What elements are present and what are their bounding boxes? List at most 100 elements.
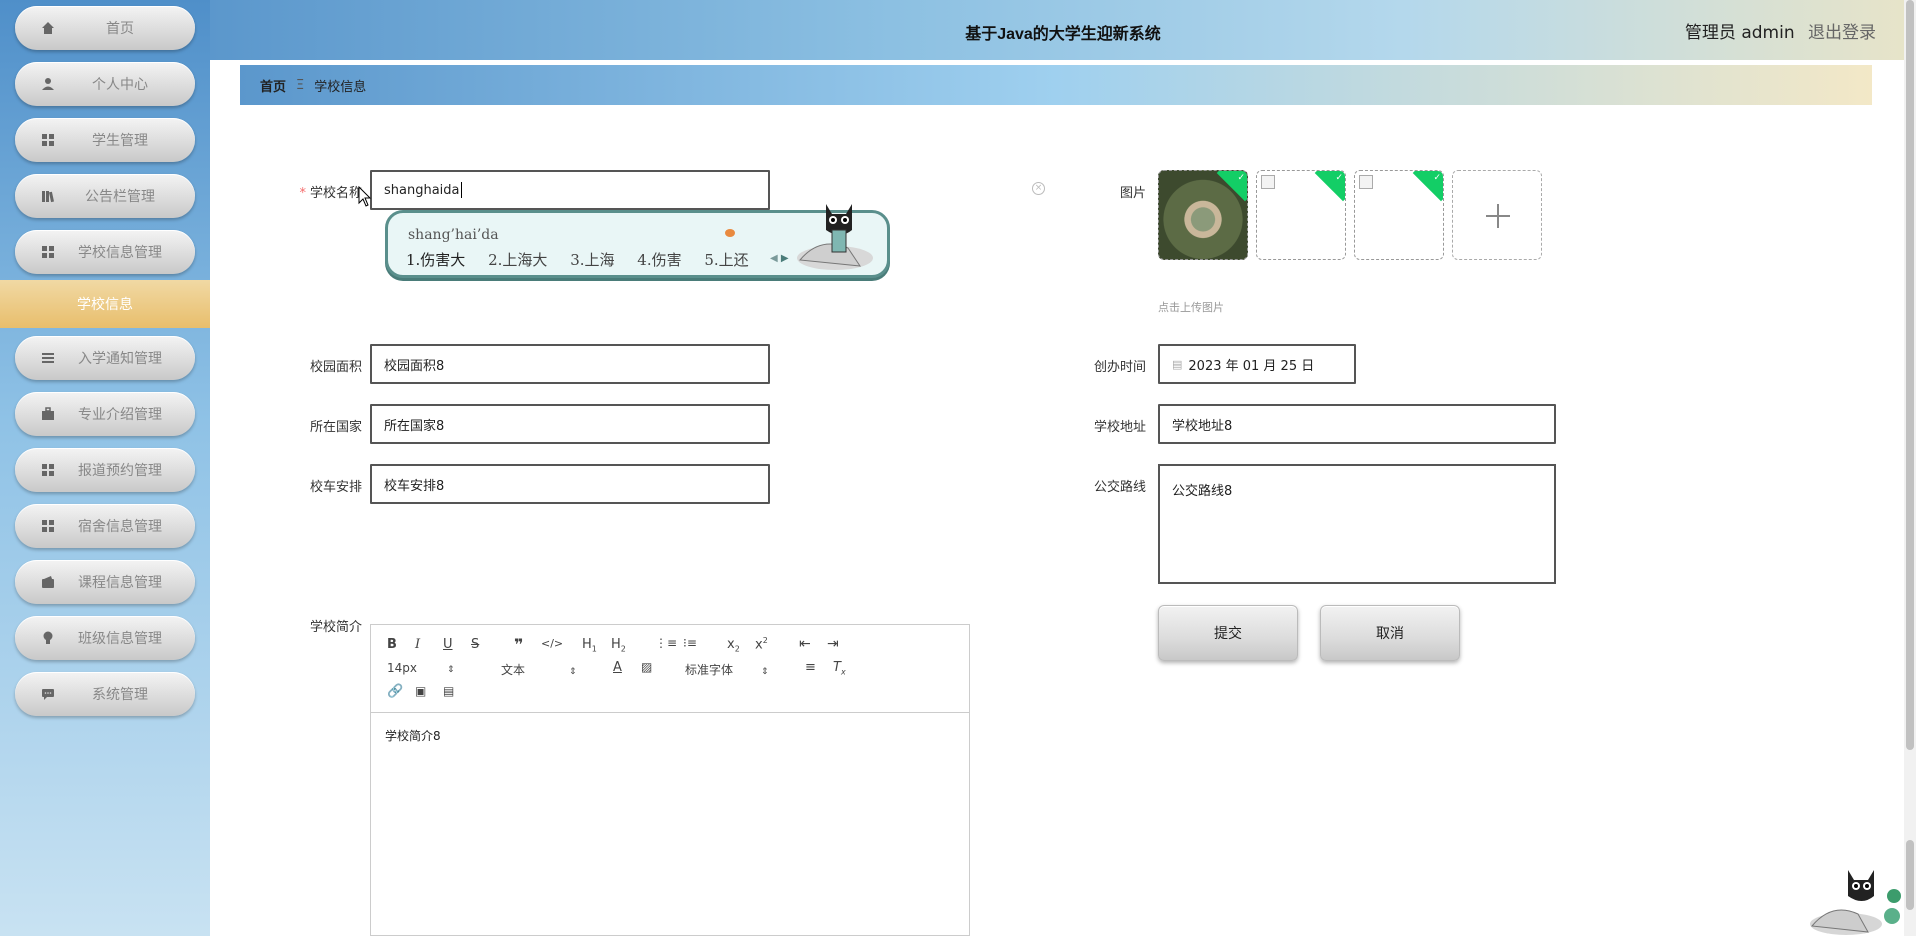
- clear-icon[interactable]: ×: [1032, 182, 1045, 195]
- image-icon[interactable]: ▣: [415, 684, 426, 698]
- h2-icon[interactable]: H2: [611, 637, 626, 654]
- ordered-list-icon[interactable]: ⋮≡: [655, 636, 677, 650]
- school-name-label: * 学校名称: [299, 186, 362, 201]
- rich-text-editor: B I U S ❞ </> H1 H2 ⋮≡ ⁝≡ x2 x2 ⇤ ⇥ 14px…: [370, 624, 970, 936]
- indent-icon[interactable]: ⇥: [827, 636, 839, 652]
- broken-image-icon: [1261, 175, 1275, 189]
- sidebar-subitem-label: 学校信息: [77, 297, 133, 313]
- ime-candidate[interactable]: 4.伤害: [637, 251, 681, 269]
- breadcrumb: 首页 Ξ 学校信息: [240, 65, 1872, 105]
- scrollbar-thumb[interactable]: [1906, 0, 1914, 750]
- underline-icon[interactable]: U: [443, 637, 453, 652]
- sidebar: 首页 个人中心 学生管理 公告栏管理 学校信息管理 学校信息 入学通知管理 专业…: [0, 0, 210, 936]
- corner-cat-mascot-icon: [1810, 870, 1901, 935]
- page-scrollbar[interactable]: [1904, 0, 1916, 936]
- sidebar-item-school-info-mgmt[interactable]: 学校信息管理: [15, 230, 195, 274]
- video-icon[interactable]: ▤: [443, 684, 454, 698]
- sidebar-item-admission-notice[interactable]: 入学通知管理: [15, 336, 195, 380]
- founded-label: 创办时间: [1093, 360, 1146, 375]
- upload-tip: 点击上传图片: [1158, 301, 1224, 314]
- editor-content[interactable]: 学校简介8: [385, 727, 441, 744]
- sidebar-item-home[interactable]: 首页: [15, 6, 195, 50]
- top-header: 基于Java的大学生迎新系统 管理员 admin 退出登录: [210, 0, 1916, 60]
- sidebar-item-students[interactable]: 学生管理: [15, 118, 195, 162]
- uploaded-image-broken[interactable]: ✓: [1256, 170, 1346, 260]
- submit-button[interactable]: 提交: [1158, 605, 1298, 661]
- user-area: 管理员 admin 退出登录: [1685, 18, 1876, 43]
- logout-link[interactable]: 退出登录: [1808, 23, 1876, 43]
- grid-icon: [42, 520, 54, 532]
- sidebar-item-classes[interactable]: 班级信息管理: [15, 616, 195, 660]
- address-label: 学校地址: [1093, 420, 1146, 435]
- italic-icon[interactable]: I: [415, 637, 420, 652]
- align-icon[interactable]: ≡: [805, 660, 816, 675]
- picture-label: 图片: [1119, 186, 1146, 201]
- school-name-input[interactable]: shanghaida: [370, 170, 770, 210]
- grid-icon: [42, 464, 54, 476]
- address-input[interactable]: 学校地址8: [1158, 404, 1556, 444]
- ime-candidate[interactable]: 1.伤害大: [406, 251, 465, 269]
- breadcrumb-home[interactable]: 首页: [260, 76, 286, 95]
- calendar-icon: ▤: [1172, 357, 1183, 371]
- ime-orb-icon: [725, 229, 735, 237]
- founded-date-picker[interactable]: ▤ 2023 年 01 月 25 日: [1158, 344, 1356, 384]
- campus-area-input[interactable]: 校园面积8: [370, 344, 770, 384]
- bus-input[interactable]: 校车安排8: [370, 464, 770, 504]
- ime-candidates: 1.伤害大 2.上海大 3.上海 4.伤害 5.上还: [406, 249, 767, 270]
- grid-icon: [42, 134, 54, 146]
- sidebar-item-majors[interactable]: 专业介绍管理: [15, 392, 195, 436]
- sidebar-item-system[interactable]: 系统管理: [15, 672, 195, 716]
- clear-format-icon[interactable]: Tx: [833, 660, 846, 677]
- font-family-select[interactable]: 标准字体 ⇕: [685, 661, 769, 678]
- check-icon: ✓: [1335, 173, 1343, 183]
- block-format-select[interactable]: 文本 ⇕: [501, 661, 577, 678]
- sidebar-item-profile[interactable]: 个人中心: [15, 62, 195, 106]
- uploaded-image-broken[interactable]: ✓: [1354, 170, 1444, 260]
- ime-page-arrows-icon[interactable]: ◀ ▶: [770, 253, 789, 264]
- cancel-button[interactable]: 取消: [1320, 605, 1460, 661]
- background-color-icon[interactable]: ▨: [641, 660, 652, 674]
- upload-add-button[interactable]: [1452, 170, 1542, 260]
- bold-icon[interactable]: B: [387, 637, 397, 652]
- sidebar-item-courses[interactable]: 课程信息管理: [15, 560, 195, 604]
- uploaded-image-thumbnail[interactable]: ✓: [1158, 170, 1248, 260]
- required-mark: *: [299, 186, 306, 201]
- font-size-select[interactable]: 14px ⇕: [387, 661, 455, 675]
- link-icon[interactable]: 🔗: [387, 684, 403, 699]
- sidebar-subitem-school-info[interactable]: 学校信息: [0, 280, 210, 328]
- ime-candidate[interactable]: 5.上还: [704, 251, 748, 269]
- ime-candidate[interactable]: 2.上海大: [488, 251, 547, 269]
- broken-image-icon: [1359, 175, 1373, 189]
- bullet-list-icon[interactable]: ⁝≡: [683, 636, 697, 650]
- ime-pinyin: shang’hai’da: [408, 227, 499, 243]
- mouse-cursor-icon: [358, 186, 372, 207]
- superscript-icon[interactable]: x2: [755, 636, 768, 652]
- transit-textarea[interactable]: 公交路线8: [1158, 464, 1556, 584]
- check-icon: ✓: [1237, 173, 1245, 183]
- sidebar-item-notices[interactable]: 公告栏管理: [15, 174, 195, 218]
- user-greeting: 管理员 admin: [1684, 23, 1795, 43]
- chat-icon: [42, 689, 54, 700]
- app-title: 基于Java的大学生迎新系统: [965, 26, 1161, 43]
- blockquote-icon[interactable]: ❞: [514, 635, 523, 654]
- campus-area-label: 校园面积: [309, 360, 362, 375]
- country-label: 所在国家: [309, 420, 362, 435]
- editor-toolbar: B I U S ❞ </> H1 H2 ⋮≡ ⁝≡ x2 x2 ⇤ ⇥ 14px…: [371, 625, 969, 713]
- strike-icon[interactable]: S: [471, 637, 479, 652]
- country-input[interactable]: 所在国家8: [370, 404, 770, 444]
- sidebar-item-dorms[interactable]: 宿舍信息管理: [15, 504, 195, 548]
- home-icon: [42, 22, 54, 34]
- sidebar-item-report-booking[interactable]: 报道预约管理: [15, 448, 195, 492]
- breadcrumb-separator: Ξ: [296, 77, 305, 93]
- outdent-icon[interactable]: ⇤: [799, 636, 811, 652]
- user-icon: [42, 78, 54, 90]
- text-caret: [460, 182, 462, 198]
- book-icon: [42, 191, 54, 203]
- scrollbar-thumb-lower[interactable]: [1906, 840, 1914, 910]
- ime-candidate[interactable]: 3.上海: [570, 251, 614, 269]
- code-icon[interactable]: </>: [541, 637, 563, 650]
- font-color-icon[interactable]: A: [613, 660, 622, 675]
- h1-icon[interactable]: H1: [582, 637, 597, 654]
- subscript-icon[interactable]: x2: [727, 637, 740, 654]
- bulb-icon: [43, 631, 53, 644]
